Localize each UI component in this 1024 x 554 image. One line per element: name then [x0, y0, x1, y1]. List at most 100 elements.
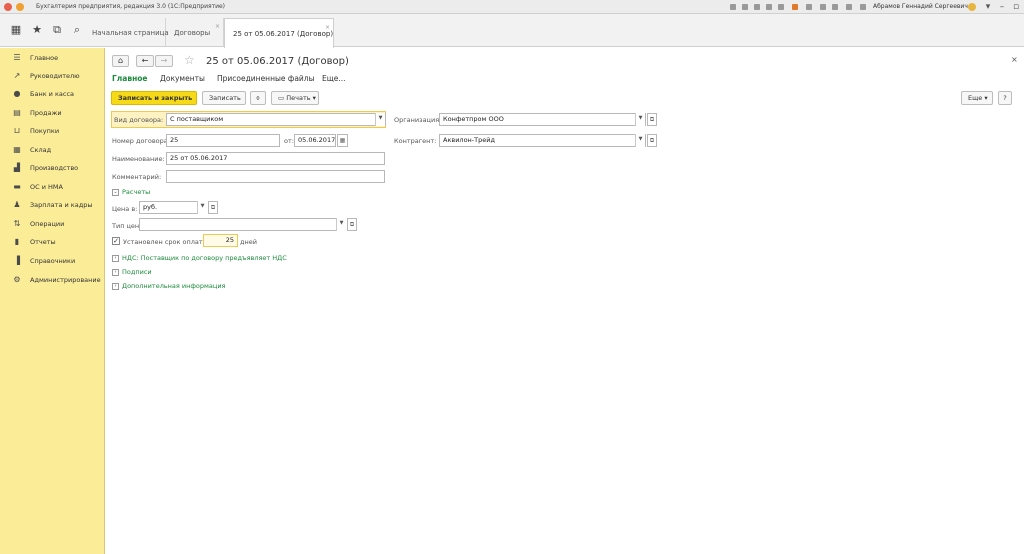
payment-term-days-field[interactable]: 25 — [203, 234, 238, 247]
window-title: Бухгалтерия предприятия, редакция 3.0 (1… — [36, 3, 226, 10]
save-and-close-button[interactable]: Записать и закрыть — [111, 91, 197, 105]
chevron-down-icon[interactable]: ▾ — [982, 1, 994, 13]
calendar-icon[interactable]: ▦ — [337, 134, 348, 147]
close-icon[interactable]: × — [325, 12, 330, 43]
contract-number-field[interactable]: 25 — [166, 134, 280, 147]
sidebar-item-reports[interactable]: ▮ Отчеты — [0, 234, 105, 252]
memory-icon[interactable] — [832, 4, 838, 10]
sidebar-item-admin[interactable]: ⚙ Администрирование — [0, 272, 105, 290]
date-field[interactable]: 05.06.2017 — [294, 134, 336, 147]
memory-icon[interactable] — [846, 4, 852, 10]
comment-field[interactable] — [166, 170, 385, 183]
settlements-group-title[interactable]: Расчеты — [122, 188, 150, 196]
organization-label: Организация: — [394, 116, 442, 124]
toolbar-icon[interactable] — [766, 4, 772, 10]
attach-button[interactable]: ⌽ — [250, 91, 266, 105]
vat-group-title[interactable]: НДС: Поставщик по договору предъявляет Н… — [122, 254, 287, 262]
print-button[interactable]: ▭ Печать ▾ — [271, 91, 319, 105]
sidebar-item-purchases[interactable]: ⊔ Покупки — [0, 123, 105, 141]
layout-icon[interactable] — [860, 4, 866, 10]
price-type-field[interactable] — [139, 218, 346, 231]
expand-icon[interactable]: › — [112, 255, 119, 262]
sidebar-item-production[interactable]: ▟ Производство — [0, 160, 105, 178]
tab-contracts[interactable]: Договоры × — [166, 18, 224, 47]
payment-term-unit: дней — [240, 238, 257, 246]
toolbar-icon[interactable] — [754, 4, 760, 10]
sidebar-item-label: Зарплата и кадры — [30, 201, 93, 209]
chevron-down-icon[interactable]: ▼ — [375, 113, 385, 126]
toolbar-icon[interactable] — [742, 4, 748, 10]
additional-info-group-title[interactable]: Дополнительная информация — [122, 282, 225, 290]
organization-field[interactable]: Конфетпром ООО — [439, 113, 646, 126]
payment-term-checkbox[interactable]: ✓ — [112, 237, 120, 245]
comment-label: Комментарий: — [112, 173, 162, 181]
tab-attached-files[interactable]: Присоединенные файлы — [217, 74, 315, 83]
toolbar-icon[interactable] — [778, 4, 784, 10]
star-icon[interactable]: ★ — [30, 24, 44, 36]
sidebar-item-manager[interactable]: ↗ Руководителю — [0, 68, 105, 86]
bar-chart-icon: ▮ — [14, 237, 20, 246]
toolbar-icon[interactable] — [806, 4, 812, 10]
tab-contract-25[interactable]: 25 от 05.06.2017 (Договор) × — [224, 18, 334, 48]
maximize-icon[interactable]: ▫ — [1010, 1, 1022, 13]
collapse-icon[interactable]: ⌄ — [112, 189, 119, 196]
sidebar-item-catalogs[interactable]: ▐ Справочники — [0, 253, 105, 271]
expand-icon[interactable]: › — [112, 269, 119, 276]
save-button[interactable]: Записать — [202, 91, 246, 105]
contract-type-field[interactable]: С поставщиком — [166, 113, 386, 126]
apps-grid-icon[interactable]: ▦ — [9, 24, 23, 36]
printer-icon: ▭ — [278, 94, 285, 102]
chevron-down-icon[interactable]: ▼ — [336, 218, 346, 231]
tab-home[interactable]: Начальная страница — [84, 18, 169, 47]
tab-label: Начальная страница — [92, 29, 169, 37]
sidebar-item-assets[interactable]: ▬ ОС и НМА — [0, 179, 105, 197]
close-icon[interactable]: × — [1011, 55, 1018, 64]
sidebar: ☰ Главное ↗ Руководителю ● Банк и касса … — [0, 48, 105, 554]
forward-button[interactable]: → — [155, 55, 173, 67]
toolbar-icon[interactable] — [730, 4, 736, 10]
current-user[interactable]: Абрамов Геннадий Сергеевич — [873, 3, 968, 10]
sidebar-item-label: Справочники — [30, 257, 76, 265]
chevron-down-icon[interactable]: ▼ — [635, 113, 645, 126]
app-menu-icon[interactable] — [16, 3, 24, 11]
expand-icon[interactable]: › — [112, 283, 119, 290]
tab-main[interactable]: Главное — [112, 74, 148, 83]
chevron-down-icon[interactable]: ▼ — [635, 134, 645, 147]
sidebar-item-payroll[interactable]: ♟ Зарплата и кадры — [0, 197, 105, 215]
help-button[interactable]: ? — [998, 91, 1012, 105]
sidebar-item-main[interactable]: ☰ Главное — [0, 50, 105, 68]
calculator-icon[interactable] — [820, 4, 826, 10]
sidebar-item-label: Отчеты — [30, 238, 56, 246]
open-link-icon[interactable]: ⧉ — [647, 113, 657, 126]
back-button[interactable]: ← — [136, 55, 154, 67]
open-link-icon[interactable]: ⧉ — [347, 218, 357, 231]
signatures-group-title[interactable]: Подписи — [122, 268, 152, 276]
gear-icon: ⚙ — [13, 275, 21, 284]
minimize-icon[interactable]: – — [996, 1, 1008, 13]
favorites-icon[interactable] — [792, 4, 798, 10]
sidebar-item-bank[interactable]: ● Банк и касса — [0, 86, 105, 104]
print-label: Печать — [286, 94, 311, 102]
history-icon[interactable]: ⧉ — [50, 24, 64, 36]
favorite-star-icon[interactable]: ☆ — [184, 53, 195, 67]
more-button[interactable]: Еще ▾ — [961, 91, 993, 105]
warehouse-icon: ▦ — [13, 145, 21, 154]
contract-type-label: Вид договора: — [114, 116, 164, 124]
open-link-icon[interactable]: ⧉ — [647, 134, 657, 147]
open-link-icon[interactable]: ⧉ — [208, 201, 218, 214]
home-button[interactable]: ⌂ — [112, 55, 129, 67]
sidebar-item-sales[interactable]: ▤ Продажи — [0, 105, 105, 123]
tab-more[interactable]: Еще... — [322, 74, 346, 83]
price-currency-label: Цена в: — [112, 205, 138, 213]
name-field[interactable]: 25 от 05.06.2017 — [166, 152, 385, 165]
info-icon[interactable] — [968, 3, 976, 11]
counterparty-field[interactable]: Аквилон-Трейд — [439, 134, 646, 147]
close-icon[interactable]: × — [215, 11, 220, 42]
operations-icon: ⇅ — [13, 219, 21, 228]
sidebar-item-operations[interactable]: ⇅ Операции — [0, 216, 105, 234]
search-icon[interactable]: ⌕ — [70, 24, 84, 36]
chevron-down-icon[interactable]: ▼ — [197, 201, 207, 214]
tab-documents[interactable]: Документы — [160, 74, 205, 83]
sidebar-item-warehouse[interactable]: ▦ Склад — [0, 142, 105, 160]
date-label: от: — [284, 137, 294, 145]
